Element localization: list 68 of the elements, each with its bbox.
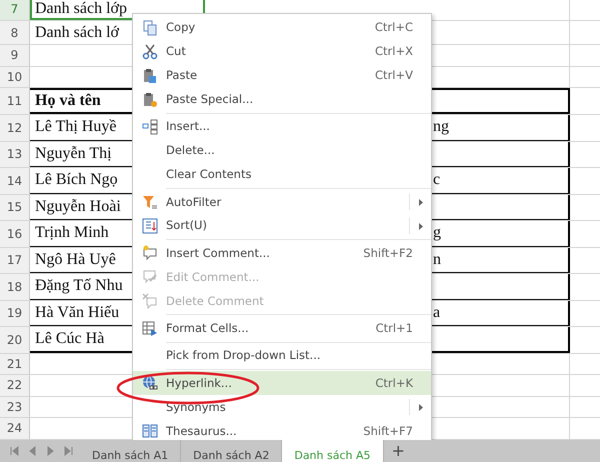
row-header[interactable]: 12 <box>0 115 30 140</box>
row-header[interactable]: 19 <box>0 300 30 326</box>
next-sheet-icon[interactable] <box>46 446 55 456</box>
shortcut-text: Ctrl+V <box>375 67 414 84</box>
cell-text: Trịnh Minh <box>35 223 109 244</box>
row-header[interactable]: 11 <box>0 88 30 114</box>
row-header[interactable]: 23 <box>0 396 30 417</box>
cell-text: ng <box>433 117 449 138</box>
comment-cross-icon <box>142 293 158 310</box>
shortcut-text: Shift+F7 <box>363 422 414 440</box>
cell-text: Nguyễn Hoài <box>35 196 121 217</box>
shortcut-text: Ctrl+C <box>374 19 414 36</box>
menu-item[interactable]: Paste Ctrl+V <box>133 64 431 88</box>
row-header[interactable]: 18 <box>0 274 30 300</box>
row-header[interactable]: 8 <box>0 21 30 44</box>
cell-text: Lê Thị Huyề <box>35 117 116 138</box>
shortcut-text: Ctrl+K <box>375 374 414 392</box>
row-header[interactable]: 20 <box>0 327 30 352</box>
cell-text: Nguyễn Thị <box>35 144 112 164</box>
cell-text: Đặng Tố Nhu <box>35 276 123 296</box>
row-header[interactable]: 24 <box>0 418 30 438</box>
shortcut-text: Ctrl+X <box>375 43 414 60</box>
cell-text: Lê Cúc Hà <box>35 328 104 349</box>
first-sheet-icon[interactable] <box>10 446 19 456</box>
row-header[interactable]: 9 <box>0 45 30 66</box>
row-header[interactable]: 13 <box>0 142 30 167</box>
clipboard-question-icon <box>142 92 158 108</box>
insert-cells-icon <box>142 119 158 135</box>
row-header[interactable]: 15 <box>0 194 30 220</box>
sheet-tab[interactable]: Danh sách A1 <box>80 440 182 462</box>
menu-item[interactable]: Hyperlink... Ctrl+K <box>133 371 431 396</box>
add-sheet-button[interactable]: + <box>384 443 413 459</box>
comment-star-icon <box>142 245 158 262</box>
row-header[interactable]: 22 <box>0 375 30 396</box>
cell-text: Hà Văn Hiếu <box>35 302 120 323</box>
copy-icon <box>142 20 158 36</box>
globe-link-icon <box>142 375 158 392</box>
clipboard-icon <box>142 68 158 84</box>
row-header[interactable]: 10 <box>0 66 30 87</box>
submenu-arrow-icon <box>418 404 422 411</box>
shortcut-text: Ctrl+1 <box>376 320 414 337</box>
cell-text: Lê Bích Ngọ <box>35 170 118 190</box>
cell-text: g <box>433 223 441 244</box>
submenu-arrow-icon <box>418 222 422 230</box>
book-icon <box>142 423 158 440</box>
comment-pencil-icon <box>142 269 158 286</box>
submenu-arrow-icon <box>418 198 422 206</box>
row-header[interactable]: 14 <box>0 168 30 194</box>
funnel-icon <box>142 194 158 210</box>
row-header[interactable]: 16 <box>0 221 30 246</box>
sheet-tab[interactable]: Danh sách A5 <box>282 440 384 462</box>
sort-icon <box>142 218 158 234</box>
shortcut-text: Shift+F2 <box>363 244 414 262</box>
cell-text: Ngô Hà Uyê <box>35 250 116 270</box>
scissors-icon <box>142 44 158 60</box>
last-sheet-icon[interactable] <box>64 446 73 456</box>
cell-text: n <box>433 250 441 270</box>
menu-item[interactable]: Synonyms <box>133 395 431 420</box>
cell-text: Danh sách lớp <box>35 0 127 18</box>
cell-text: a <box>433 302 440 323</box>
cell-text: Họ và tên <box>35 91 101 111</box>
cell-text: c <box>433 170 440 190</box>
format-cells-icon <box>142 320 158 337</box>
cell-text: Danh sách lớ <box>35 22 119 42</box>
row-header[interactable]: 17 <box>0 248 30 273</box>
row-header[interactable]: 7 <box>0 0 30 20</box>
row-header[interactable]: 21 <box>0 354 30 374</box>
previous-sheet-icon[interactable] <box>28 446 37 456</box>
